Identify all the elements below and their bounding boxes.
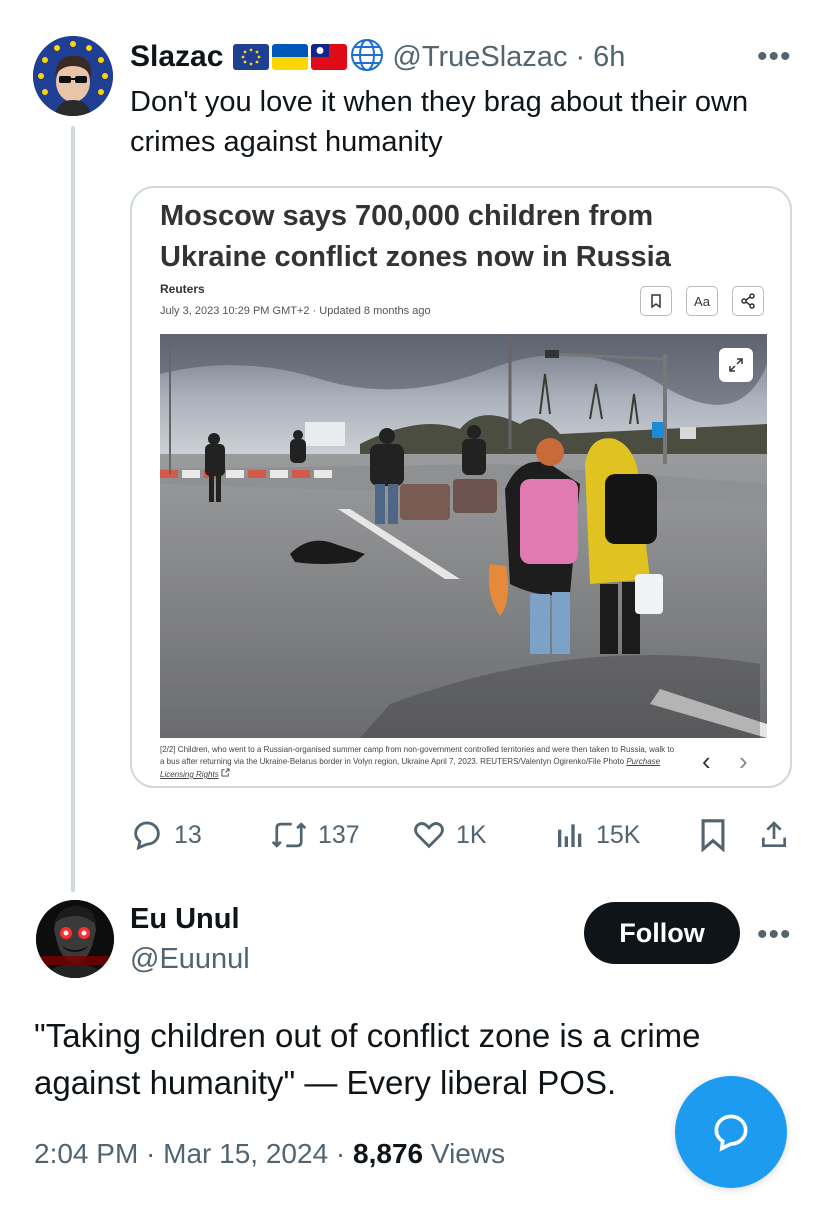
- avatar[interactable]: [36, 900, 114, 978]
- analytics-icon: [558, 824, 582, 847]
- tweet-text: "Taking children out of conflict zone is…: [34, 1017, 701, 1101]
- retweet-button[interactable]: 137: [270, 812, 360, 858]
- text-size-button[interactable]: Aa: [686, 286, 718, 316]
- like-count: 1K: [456, 820, 487, 849]
- views-count: 15K: [596, 820, 641, 849]
- views-label: Views: [423, 1138, 506, 1169]
- retweet-icon: [271, 822, 307, 848]
- taiwan-flag-icon: [311, 44, 348, 70]
- caption-text: [2/2] Children, who went to a Russian-or…: [160, 745, 675, 766]
- previous-photo-icon[interactable]: ‹: [702, 746, 711, 777]
- bookmark-icon[interactable]: [640, 286, 672, 316]
- expand-icon[interactable]: [719, 348, 753, 382]
- photo-caption: [2/2] Children, who went to a Russian-or…: [160, 744, 680, 781]
- bookmark-icon: [701, 819, 725, 852]
- globe-icon: [350, 38, 384, 77]
- ukraine-flag-icon: [272, 44, 309, 70]
- thread-line: [71, 126, 75, 892]
- share-button[interactable]: [758, 812, 790, 858]
- eu-flag-icon: [233, 44, 270, 70]
- compose-button[interactable]: [675, 1076, 787, 1188]
- handle[interactable]: @TrueSlazac: [392, 41, 567, 74]
- article-date: July 3, 2023 10:29 PM GMT+2 · Updated 8 …: [160, 305, 431, 317]
- media-card[interactable]: Moscow says 700,000 children from Ukrain…: [130, 186, 792, 788]
- tweet-header: Slazac @TrueSlazac · 6h: [130, 38, 625, 76]
- reply-count: 13: [174, 820, 202, 849]
- article-headline: Moscow says 700,000 children from Ukrain…: [160, 200, 671, 273]
- reply-icon: [134, 821, 160, 851]
- display-name[interactable]: Slazac: [130, 40, 223, 74]
- reply-button[interactable]: 13: [130, 812, 202, 858]
- tweet-meta: 2:04 PM · Mar 15, 2024 · 8,876 Views: [34, 1138, 505, 1170]
- bookmark-button[interactable]: [698, 812, 728, 858]
- article-photo[interactable]: [160, 334, 767, 738]
- next-photo-icon[interactable]: ›: [739, 746, 748, 777]
- tweet-actions: 13 137 1K 15K: [130, 812, 792, 858]
- chat-bubble-icon: [714, 1114, 748, 1152]
- display-name[interactable]: Eu Unul: [130, 903, 240, 936]
- more-options-icon[interactable]: •••: [757, 40, 792, 74]
- retweet-count: 137: [318, 820, 360, 849]
- handle[interactable]: @Euunul: [130, 943, 250, 976]
- tweet-timestamp[interactable]: 2:04 PM · Mar 15, 2024 ·: [34, 1138, 353, 1169]
- heart-icon: [414, 822, 444, 849]
- follow-button[interactable]: Follow: [584, 902, 740, 964]
- tweet-text: Don't you love it when they brag about t…: [130, 86, 749, 158]
- article-source: Reuters: [160, 282, 205, 296]
- more-options-icon[interactable]: •••: [757, 918, 792, 952]
- avatar[interactable]: [33, 36, 113, 116]
- share-icon: [762, 821, 786, 847]
- name-emojis: [233, 38, 384, 77]
- share-icon[interactable]: [732, 286, 764, 316]
- timestamp[interactable]: · 6h: [575, 41, 625, 74]
- like-button[interactable]: 1K: [412, 812, 487, 858]
- external-link-icon: [221, 768, 230, 779]
- views-count: 8,876: [353, 1138, 424, 1169]
- views-button[interactable]: 15K: [554, 812, 640, 858]
